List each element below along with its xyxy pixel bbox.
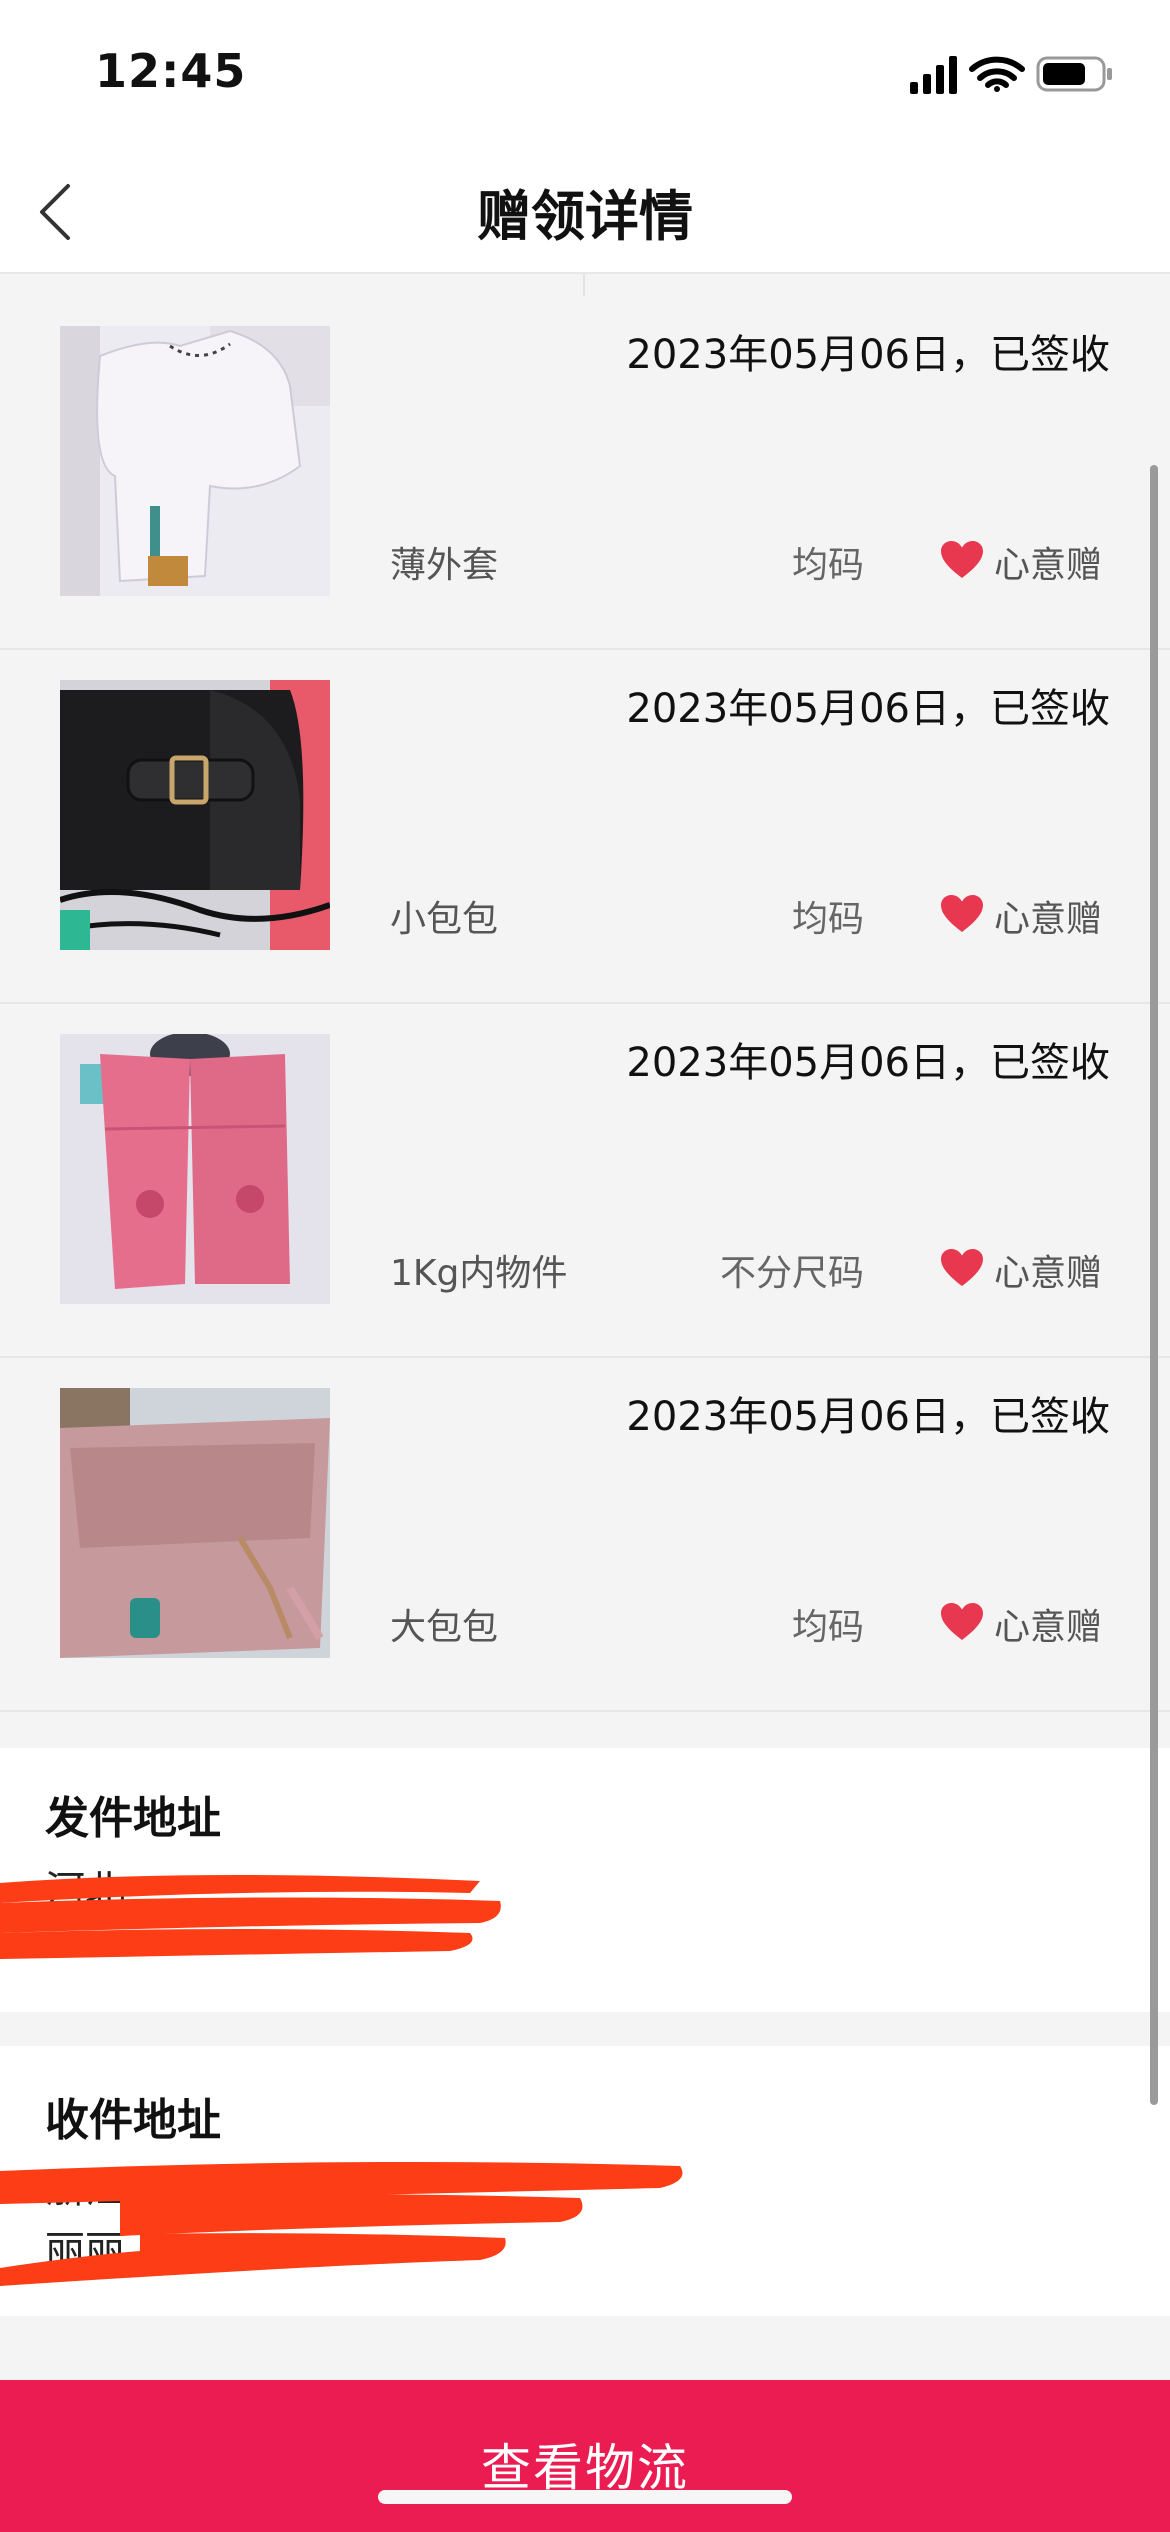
item-gift-tag: 心意赠 [994, 1607, 1103, 1648]
redaction-scribble [0, 1874, 501, 1959]
status-bar: 12:45 [0, 0, 1170, 150]
gift-item[interactable]: 2023年05月06日，已签收 大包包 均码 心意赠 [0, 1358, 1170, 1712]
gift-item[interactable]: 2023年05月06日，已签收 小包包 均码 心意赠 [0, 650, 1170, 1004]
item-photo-small-bag [60, 680, 330, 950]
item-name: 1Kg内物件 [390, 1253, 568, 1294]
status-icons [908, 52, 1118, 100]
item-date: 2023年05月06日，已签收 [626, 1040, 1110, 1086]
scrollbar[interactable] [1150, 465, 1158, 2105]
gift-item[interactable]: 2023年05月06日，已签收 薄外套 均码 心意赠 [0, 296, 1170, 650]
item-gift-tag: 心意赠 [994, 899, 1103, 940]
signal-icon [910, 56, 957, 94]
status-time: 12:45 [95, 44, 247, 98]
section-divider [0, 2012, 1170, 2046]
heart-icon [941, 541, 983, 578]
item-date: 2023年05月06日，已签收 [626, 1394, 1110, 1440]
item-photo-pink-gloves [60, 1034, 330, 1304]
item-name: 小包包 [390, 899, 499, 940]
home-indicator[interactable] [378, 2490, 792, 2504]
battery-icon [1036, 56, 1112, 92]
redaction-scribble [0, 2162, 683, 2286]
view-logistics-button[interactable]: 查看物流 [0, 2380, 1170, 2532]
heart-icon [941, 1249, 983, 1286]
heart-icon [941, 1603, 983, 1640]
item-size: 均码 [791, 899, 864, 940]
nav-bar: 赠领详情 [0, 150, 1170, 272]
item-size: 不分尺码 [719, 1253, 864, 1294]
item-name: 大包包 [390, 1607, 499, 1648]
sender-address-title: 发件地址 [45, 1793, 221, 1844]
receiver-address-section: 收件地址 浙江 丽丽 17621 [0, 2046, 1170, 2316]
item-photo-jacket [60, 326, 330, 596]
gift-item[interactable]: 2023年05月06日，已签收 1Kg内物件 不分尺码 心意赠 [0, 1004, 1170, 1358]
wifi-icon [969, 56, 1025, 92]
item-name: 薄外套 [390, 545, 499, 586]
page-title: 赠领详情 [477, 185, 693, 248]
receiver-address-title: 收件地址 [45, 2095, 221, 2146]
item-gift-tag: 心意赠 [994, 1253, 1103, 1294]
item-gift-tag: 心意赠 [994, 545, 1103, 586]
item-date: 2023年05月06日，已签收 [626, 332, 1110, 378]
footer-spacer [0, 2316, 1170, 2380]
item-photo-large-bag [60, 1388, 330, 1658]
item-date: 2023年05月06日，已签收 [626, 686, 1110, 732]
heart-icon [941, 895, 983, 932]
divider [0, 272, 1170, 298]
gift-list: 2023年05月06日，已签收 薄外套 均码 心意赠 2023年05月06日，已… [0, 296, 1170, 1748]
sender-address-section: 发件地址 河北 [0, 1748, 1170, 2012]
item-size: 均码 [791, 545, 864, 586]
item-size: 均码 [791, 1607, 864, 1648]
